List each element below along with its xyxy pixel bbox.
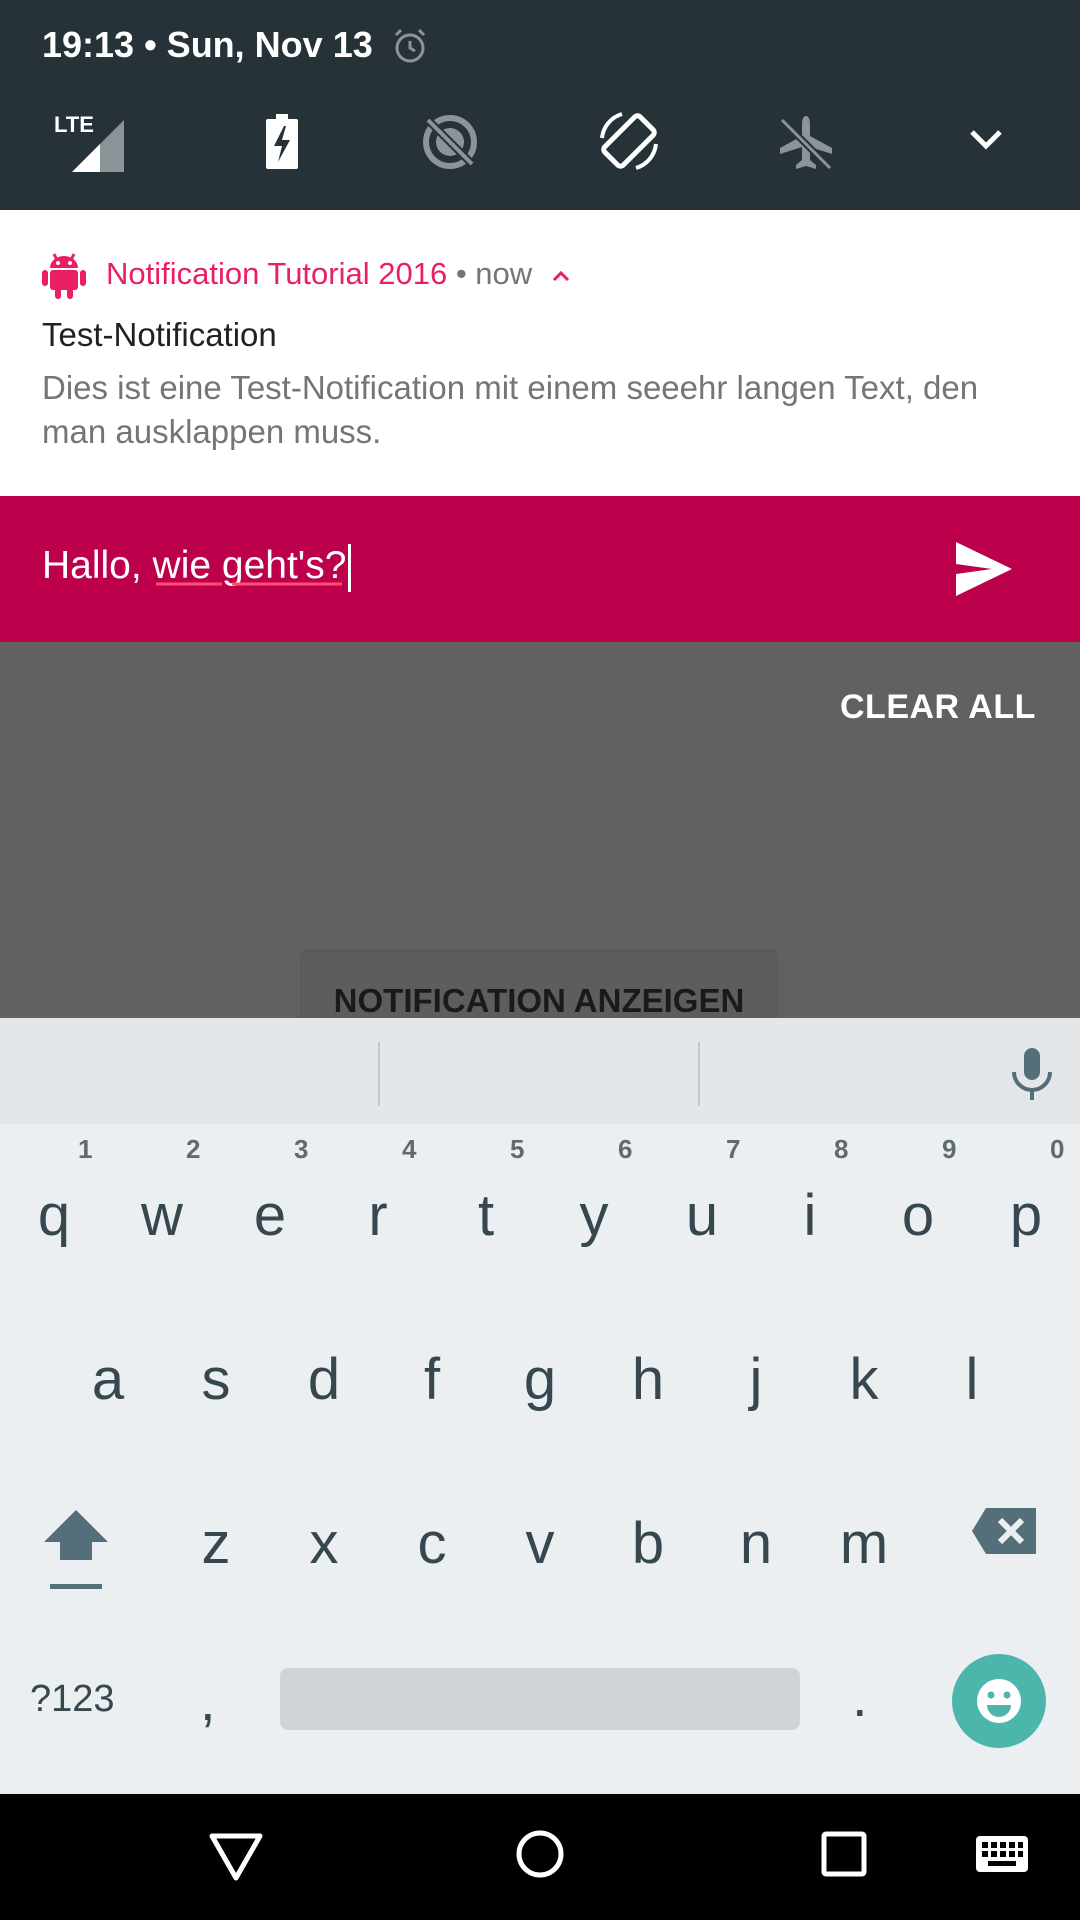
key-h[interactable]: h: [594, 1330, 702, 1430]
key-hint-4: 4: [402, 1134, 417, 1164]
key-hint-1: 1: [78, 1134, 93, 1164]
key-r[interactable]: r: [324, 1166, 432, 1266]
key-hint-9: 9: [942, 1134, 957, 1164]
notification-card[interactable]: Notification Tutorial 2016 • now Test-No…: [0, 210, 1080, 496]
clear-all-button[interactable]: CLEAR ALL: [840, 688, 1036, 727]
key-s[interactable]: s: [162, 1330, 270, 1430]
suggestion-strip: [0, 1018, 1080, 1124]
key-q[interactable]: q: [0, 1166, 108, 1266]
key-y[interactable]: y: [540, 1166, 648, 1266]
key-n[interactable]: n: [702, 1494, 810, 1594]
navigation-bar: [0, 1794, 1080, 1920]
key-d[interactable]: d: [270, 1330, 378, 1430]
key-z[interactable]: z: [162, 1494, 270, 1594]
key-l[interactable]: l: [918, 1330, 1026, 1430]
alarm-icon: [394, 28, 426, 63]
expand-icon[interactable]: [966, 124, 1006, 154]
key-hint-2: 2: [186, 1134, 201, 1164]
symbols-key[interactable]: ?123: [30, 1678, 115, 1721]
home-icon[interactable]: [514, 1828, 566, 1880]
notification-header: Notification Tutorial 2016 • now: [106, 256, 573, 292]
key-m[interactable]: m: [810, 1494, 918, 1594]
notification-title: Test-Notification: [42, 316, 277, 353]
key-e[interactable]: e: [216, 1166, 324, 1266]
key-c[interactable]: c: [378, 1494, 486, 1594]
keyboard: ?123 , . q1w2e3r4t5y6u7i8o9p0 asdfghjkl zx…: [0, 1018, 1080, 1794]
key-p[interactable]: p: [972, 1166, 1080, 1266]
spellcheck-underline: [156, 582, 342, 586]
key-hint-3: 3: [294, 1134, 309, 1164]
notification-app-name: Notification Tutorial 2016: [106, 256, 448, 291]
key-hint-0: 0: [1050, 1134, 1065, 1164]
battery-charging-icon[interactable]: [252, 112, 312, 172]
key-j[interactable]: j: [702, 1330, 810, 1430]
key-f[interactable]: f: [378, 1330, 486, 1430]
keyboard-switch-icon[interactable]: [974, 1834, 1030, 1874]
backspace-key[interactable]: [970, 1506, 1038, 1556]
key-b[interactable]: b: [594, 1494, 702, 1594]
android-app-icon: [42, 253, 86, 299]
key-w[interactable]: w: [108, 1166, 216, 1266]
key-o[interactable]: o: [864, 1166, 972, 1266]
suggestion-divider: [698, 1042, 700, 1106]
comma-key[interactable]: ,: [200, 1668, 216, 1733]
notification-separator: •: [447, 256, 476, 291]
show-notification-button-label: NOTIFICATION ANZEIGEN: [333, 982, 745, 1019]
show-notification-button[interactable]: NOTIFICATION ANZEIGEN: [302, 952, 776, 1019]
send-icon[interactable]: [948, 534, 1018, 604]
space-key[interactable]: [280, 1668, 800, 1730]
key-k[interactable]: k: [810, 1330, 918, 1430]
period-key[interactable]: .: [852, 1664, 868, 1729]
back-icon[interactable]: [208, 1830, 264, 1882]
quick-settings-header: 19:13 • Sun, Nov 13 LTE: [0, 0, 1080, 210]
key-hint-7: 7: [726, 1134, 741, 1164]
collapse-chevron-icon[interactable]: [549, 268, 573, 284]
data-saver-off-icon[interactable]: [420, 112, 480, 172]
signal-icon: [72, 120, 124, 172]
reply-bar: Hallo, wie geht's?: [0, 496, 1080, 642]
text-cursor: [348, 543, 352, 592]
auto-rotate-icon[interactable]: [596, 108, 662, 174]
recents-icon[interactable]: [820, 1830, 868, 1878]
key-u[interactable]: u: [648, 1166, 756, 1266]
key-hint-6: 6: [618, 1134, 633, 1164]
microphone-icon[interactable]: [1008, 1046, 1056, 1102]
key-x[interactable]: x: [270, 1494, 378, 1594]
key-a[interactable]: a: [54, 1330, 162, 1430]
key-v[interactable]: v: [486, 1494, 594, 1594]
suggestion-divider: [378, 1042, 380, 1106]
key-hint-8: 8: [834, 1134, 849, 1164]
notification-text: Dies ist eine Test-Notification mit eine…: [42, 369, 979, 450]
key-t[interactable]: t: [432, 1166, 540, 1266]
emoji-key[interactable]: [952, 1654, 1046, 1748]
key-i[interactable]: i: [756, 1166, 864, 1266]
status-time-date: 19:13 • Sun, Nov 13: [42, 24, 373, 65]
signal-tile[interactable]: LTE: [54, 112, 126, 172]
airplane-mode-icon[interactable]: [776, 112, 836, 172]
key-g[interactable]: g: [486, 1330, 594, 1430]
notification-time: now: [475, 256, 533, 291]
shift-key[interactable]: [40, 1506, 112, 1592]
key-hint-5: 5: [510, 1134, 525, 1164]
emoji-icon: [977, 1679, 1021, 1723]
